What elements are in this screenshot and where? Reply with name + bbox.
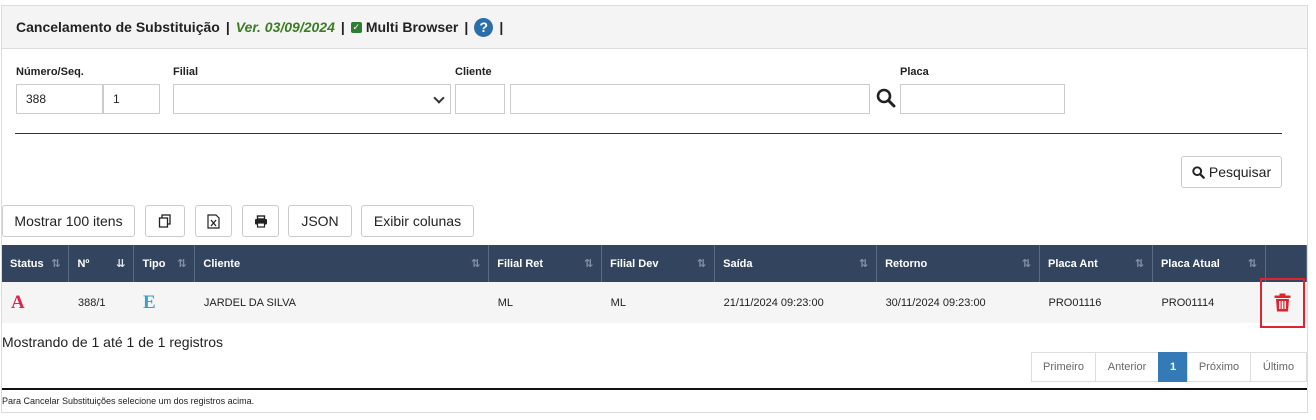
- columns-button[interactable]: Exibir colunas: [361, 205, 474, 237]
- cell-numero: 388/1: [68, 282, 134, 323]
- column-header-actions: [1265, 245, 1308, 282]
- page-first[interactable]: Primeiro: [1031, 352, 1096, 382]
- sort-icon: ⇅: [1021, 258, 1032, 270]
- results-table: Status ⇅ Nº ⇊ Tipo ⇅ Cliente ⇅ Filial Ret ⇅ F…: [2, 245, 1308, 323]
- records-info: Mostrando de 1 até 1 de 1 registros: [2, 334, 224, 350]
- delete-button[interactable]: [1260, 278, 1305, 328]
- cell-saida: 21/11/2024 09:23:00: [714, 282, 877, 323]
- cell-placa-atual: PRO01114: [1152, 282, 1266, 323]
- numero-input[interactable]: 388: [16, 84, 103, 114]
- sort-icon: ⇅: [1247, 258, 1257, 270]
- column-header-filial-ret[interactable]: Filial Ret ⇅: [488, 245, 603, 282]
- sort-icon: ⇅: [51, 258, 61, 270]
- print-icon: [254, 214, 267, 228]
- copy-icon: [158, 214, 171, 228]
- sort-icon: ⇅: [177, 258, 187, 270]
- cliente-name-input[interactable]: [510, 84, 870, 114]
- panel-header: Cancelamento de Substituição | Ver. 03/0…: [2, 6, 1307, 49]
- version-label: Ver. 03/09/2024: [235, 19, 335, 35]
- column-header-cliente[interactable]: Cliente ⇅: [194, 245, 490, 282]
- tipo-badge: E: [142, 291, 156, 313]
- sort-icon: ⇅: [1134, 258, 1144, 270]
- cell-filial-ret: ML: [488, 282, 602, 323]
- cell-placa-ant: PRO01116: [1039, 282, 1153, 323]
- chevron-down-icon: [433, 92, 445, 104]
- json-button[interactable]: JSON: [288, 205, 352, 237]
- excel-file-icon: [207, 213, 220, 229]
- sort-icon: ⇅: [858, 258, 869, 270]
- print-button[interactable]: [242, 205, 279, 237]
- footer-divider: [2, 388, 1307, 390]
- column-header-placa-atual[interactable]: Placa Atual ⇅: [1152, 245, 1266, 282]
- cell-retorno: 30/11/2024 09:23:00: [876, 282, 1040, 323]
- status-badge: A: [11, 291, 25, 313]
- page-current[interactable]: 1: [1158, 352, 1188, 382]
- numero-label: Número/Seq.: [16, 66, 84, 78]
- trash-icon: [1274, 293, 1291, 312]
- divider: [15, 133, 1282, 134]
- column-header-numero[interactable]: Nº ⇊: [68, 245, 135, 282]
- separator: |: [499, 19, 504, 35]
- footer-hint: Para Cancelar Substituições selecione um…: [2, 396, 255, 406]
- column-header-tipo[interactable]: Tipo ⇅: [133, 245, 196, 282]
- seq-input[interactable]: 1: [103, 84, 160, 114]
- checkbox-checked-icon[interactable]: ✓: [350, 21, 362, 33]
- search-icon[interactable]: [876, 88, 896, 108]
- page-last[interactable]: Último: [1250, 352, 1307, 382]
- placa-label: Placa: [900, 66, 929, 78]
- column-header-filial-dev[interactable]: Filial Dev ⇅: [601, 245, 716, 282]
- cliente-label: Cliente: [455, 66, 492, 78]
- search-button[interactable]: Pesquisar: [1181, 156, 1282, 188]
- sort-icon: ⇅: [696, 258, 707, 270]
- search-button-label: Pesquisar: [1208, 164, 1272, 180]
- help-icon[interactable]: ?: [474, 17, 494, 37]
- column-header-placa-ant[interactable]: Placa Ant ⇅: [1039, 245, 1153, 282]
- column-header-status[interactable]: Status ⇅: [2, 245, 70, 282]
- cell-cliente: JARDEL DA SILVA: [194, 282, 489, 323]
- copy-button[interactable]: [145, 205, 185, 237]
- table-row[interactable]: A 388/1 E JARDEL DA SILVA ML ML 21/11/20…: [2, 282, 1307, 323]
- placa-input[interactable]: [900, 84, 1065, 114]
- separator: |: [340, 19, 345, 35]
- pagination: Primeiro Anterior 1 Próximo Último: [1031, 352, 1307, 382]
- search-icon: [1192, 165, 1205, 179]
- filial-label: Filial: [173, 66, 199, 78]
- sort-icon: ⇅: [471, 258, 481, 270]
- cliente-code-input[interactable]: [455, 84, 505, 114]
- excel-button[interactable]: [195, 205, 232, 237]
- page-title: Cancelamento de Substituição: [16, 19, 220, 35]
- filial-select[interactable]: [173, 84, 451, 114]
- separator: |: [464, 19, 469, 35]
- cell-filial-dev: ML: [601, 282, 715, 323]
- page-next[interactable]: Próximo: [1187, 352, 1251, 382]
- table-header-row: Status ⇅ Nº ⇊ Tipo ⇅ Cliente ⇅ Filial Ret ⇅ F…: [2, 245, 1308, 282]
- page-prev[interactable]: Anterior: [1095, 352, 1159, 382]
- column-header-retorno[interactable]: Retorno ⇅: [876, 245, 1041, 282]
- sort-desc-icon: ⇊: [116, 258, 126, 270]
- column-header-saida[interactable]: Saída ⇅: [714, 245, 878, 282]
- sort-icon: ⇅: [583, 258, 594, 270]
- separator: |: [225, 19, 230, 35]
- show-items-button[interactable]: Mostrar 100 itens: [2, 205, 135, 237]
- multi-browser-label: Multi Browser: [365, 19, 459, 35]
